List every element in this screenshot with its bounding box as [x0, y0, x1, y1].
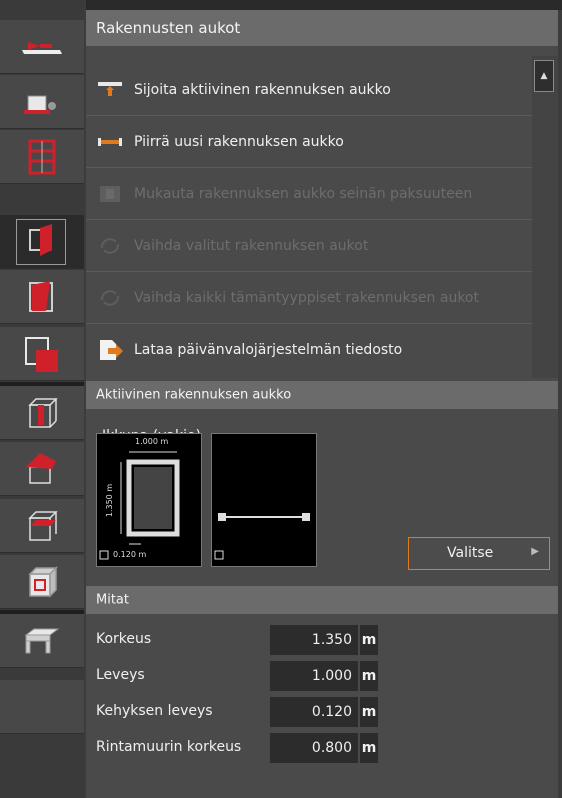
front-width-label: 1.000 m — [135, 437, 169, 446]
beam-icon — [24, 628, 60, 653]
tool-sidebar — [0, 0, 84, 798]
frame-width-label: 0.120 m — [113, 550, 147, 559]
scroll-up-button[interactable]: ▲ — [534, 60, 554, 92]
dim-row-width: Leveys 1.000 m — [86, 660, 558, 692]
dim-label: Kehyksen leveys — [96, 703, 213, 719]
door-panel-icon — [29, 280, 53, 312]
dim-row-frame-width: Kehyksen leveys 0.120 m — [86, 696, 558, 728]
height-input[interactable]: 1.350 — [270, 625, 358, 655]
menu-label: Sijoita aktiivinen rakennuksen aukko — [134, 81, 391, 98]
tool-beam[interactable] — [0, 614, 84, 668]
panel-title: Rakennusten aukot — [96, 19, 241, 37]
menu-label: Lataa päivänvalojärjestelmän tiedosto — [134, 342, 403, 358]
tool-opening-arrow[interactable] — [0, 20, 84, 74]
menu-place-opening[interactable]: Sijoita aktiivinen rakennuksen aukko — [86, 64, 532, 116]
place-object-icon — [24, 95, 56, 114]
opening-red-icon — [29, 223, 52, 256]
front-view-thumbnail[interactable]: 1.000 m 1.350 m 0.120 m — [96, 433, 202, 567]
draw-opening-icon — [96, 130, 124, 154]
overlap-opening-icon — [25, 336, 58, 372]
top-strip — [86, 0, 562, 10]
unit-label: m — [360, 733, 378, 763]
tool-cube-column[interactable] — [0, 386, 84, 440]
menu-label: Piirrä uusi rakennuksen aukko — [134, 133, 344, 150]
active-opening-header: Aktiivinen rakennuksen aukko — [86, 381, 558, 409]
tool-cube-slab[interactable] — [0, 499, 84, 553]
tool-overlap-opening[interactable] — [0, 327, 84, 381]
menu-label: Vaihda kaikki tämäntyyppiset rakennuksen… — [134, 289, 479, 306]
menu-scrollbar[interactable]: ▲ — [532, 56, 558, 378]
tool-door-panel[interactable] — [0, 270, 84, 324]
replace-all-icon — [96, 286, 124, 310]
unit-label: m — [360, 625, 378, 655]
dim-label: Rintamuurin korkeus — [96, 739, 242, 755]
panel-title-bar: Rakennusten aukot — [86, 10, 558, 46]
dimensions-header: Mitat — [86, 586, 558, 614]
place-opening-icon — [96, 78, 124, 102]
active-opening-header-label: Aktiivinen rakennuksen aukko — [96, 387, 292, 403]
dimensions-header-label: Mitat — [96, 592, 129, 608]
dim-label: Korkeus — [96, 631, 152, 647]
width-input[interactable]: 1.000 — [270, 661, 358, 691]
tool-opening-red[interactable] — [0, 215, 84, 269]
chevron-right-icon: ▶ — [531, 546, 539, 557]
parapet-height-input[interactable]: 0.800 — [270, 733, 358, 763]
cube-column-icon — [28, 397, 58, 428]
unit-label: m — [360, 697, 378, 727]
menu-load-daylight-file[interactable]: Lataa päivänvalojärjestelmän tiedosto — [86, 324, 532, 376]
menu-draw-opening[interactable]: Piirrä uusi rakennuksen aukko — [86, 116, 532, 168]
menu-label: Vaihda valitut rakennuksen aukot — [134, 237, 369, 254]
tool-cube-window[interactable] — [0, 555, 84, 609]
opening-arrow-icon — [22, 41, 62, 54]
select-button-label: Valitse — [447, 545, 494, 561]
front-height-label: 1.350 m — [105, 483, 115, 518]
window-plan-preview-icon — [214, 513, 310, 560]
tool-stair-grid[interactable] — [0, 130, 84, 184]
dim-row-height: Korkeus 1.350 m — [86, 624, 558, 656]
cube-slab-icon — [28, 510, 58, 541]
tool-partial[interactable] — [0, 680, 84, 734]
menu-replace-all[interactable]: Vaihda kaikki tämäntyyppiset rakennuksen… — [86, 272, 532, 324]
select-button[interactable]: Valitse ▶ — [408, 537, 550, 570]
replace-selected-icon — [96, 234, 124, 258]
building-openings-panel: Rakennusten aukot Sijoita aktiivinen rak… — [86, 10, 558, 798]
menu-label: Mukauta rakennuksen aukko seinän paksuut… — [134, 185, 473, 202]
dim-label: Leveys — [96, 667, 145, 683]
unit-label: m — [360, 661, 378, 691]
fit-wall-thickness-icon — [96, 182, 124, 206]
stair-grid-icon — [28, 139, 56, 174]
plan-view-thumbnail[interactable] — [211, 433, 317, 567]
cube-window-icon — [28, 565, 58, 598]
cube-roof-icon — [26, 452, 56, 484]
load-file-icon — [96, 338, 124, 362]
menu-fit-wall-thickness[interactable]: Mukauta rakennuksen aukko seinän paksuut… — [86, 168, 532, 220]
menu-replace-selected[interactable]: Vaihda valitut rakennuksen aukot — [86, 220, 532, 272]
dim-row-parapet-height: Rintamuurin korkeus 0.800 m — [86, 732, 558, 764]
frame-width-input[interactable]: 0.120 — [270, 697, 358, 727]
tool-place-object[interactable] — [0, 75, 84, 129]
tool-cube-roof[interactable] — [0, 442, 84, 496]
